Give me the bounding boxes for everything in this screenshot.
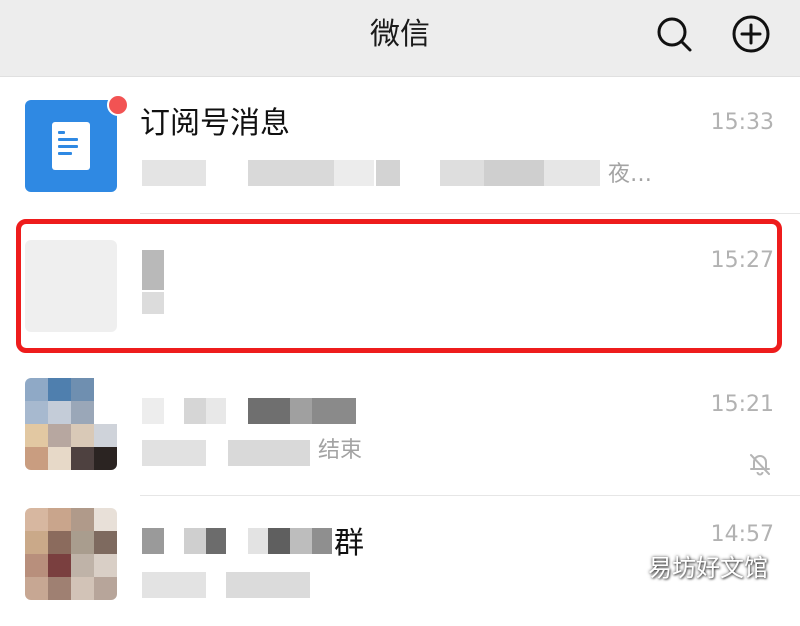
- watermark: 易坊好文馆: [648, 554, 768, 582]
- chat-name-tail: 群: [334, 526, 364, 561]
- divider: [140, 213, 800, 214]
- avatar: [25, 508, 117, 600]
- chat-time: 15:21: [710, 392, 774, 417]
- chat-time: 14:57: [710, 522, 774, 547]
- plus-circle-icon: [732, 15, 770, 53]
- chat-preview-tail: 夜…: [608, 162, 653, 187]
- chat-item-highlighted[interactable]: 15:27: [0, 222, 800, 352]
- unread-dot: [107, 94, 129, 116]
- mute-icon: [746, 450, 774, 478]
- chat-name: 订阅号消息: [140, 106, 290, 141]
- avatar: [25, 240, 117, 332]
- chat-time: 15:33: [710, 110, 774, 135]
- top-bar: 微信: [0, 0, 800, 77]
- chat-item-3[interactable]: 15:21 结束: [0, 366, 800, 496]
- chat-preview-tail: 结束: [318, 438, 363, 463]
- add-button[interactable]: [730, 13, 772, 55]
- search-button[interactable]: [653, 13, 695, 55]
- chat-item-subscription[interactable]: 订阅号消息 15:33 夜…: [0, 84, 800, 214]
- chat-time: 15:27: [710, 248, 774, 273]
- avatar: [25, 100, 117, 192]
- search-icon: [657, 17, 692, 52]
- avatar: [25, 378, 117, 470]
- document-icon: [52, 122, 90, 170]
